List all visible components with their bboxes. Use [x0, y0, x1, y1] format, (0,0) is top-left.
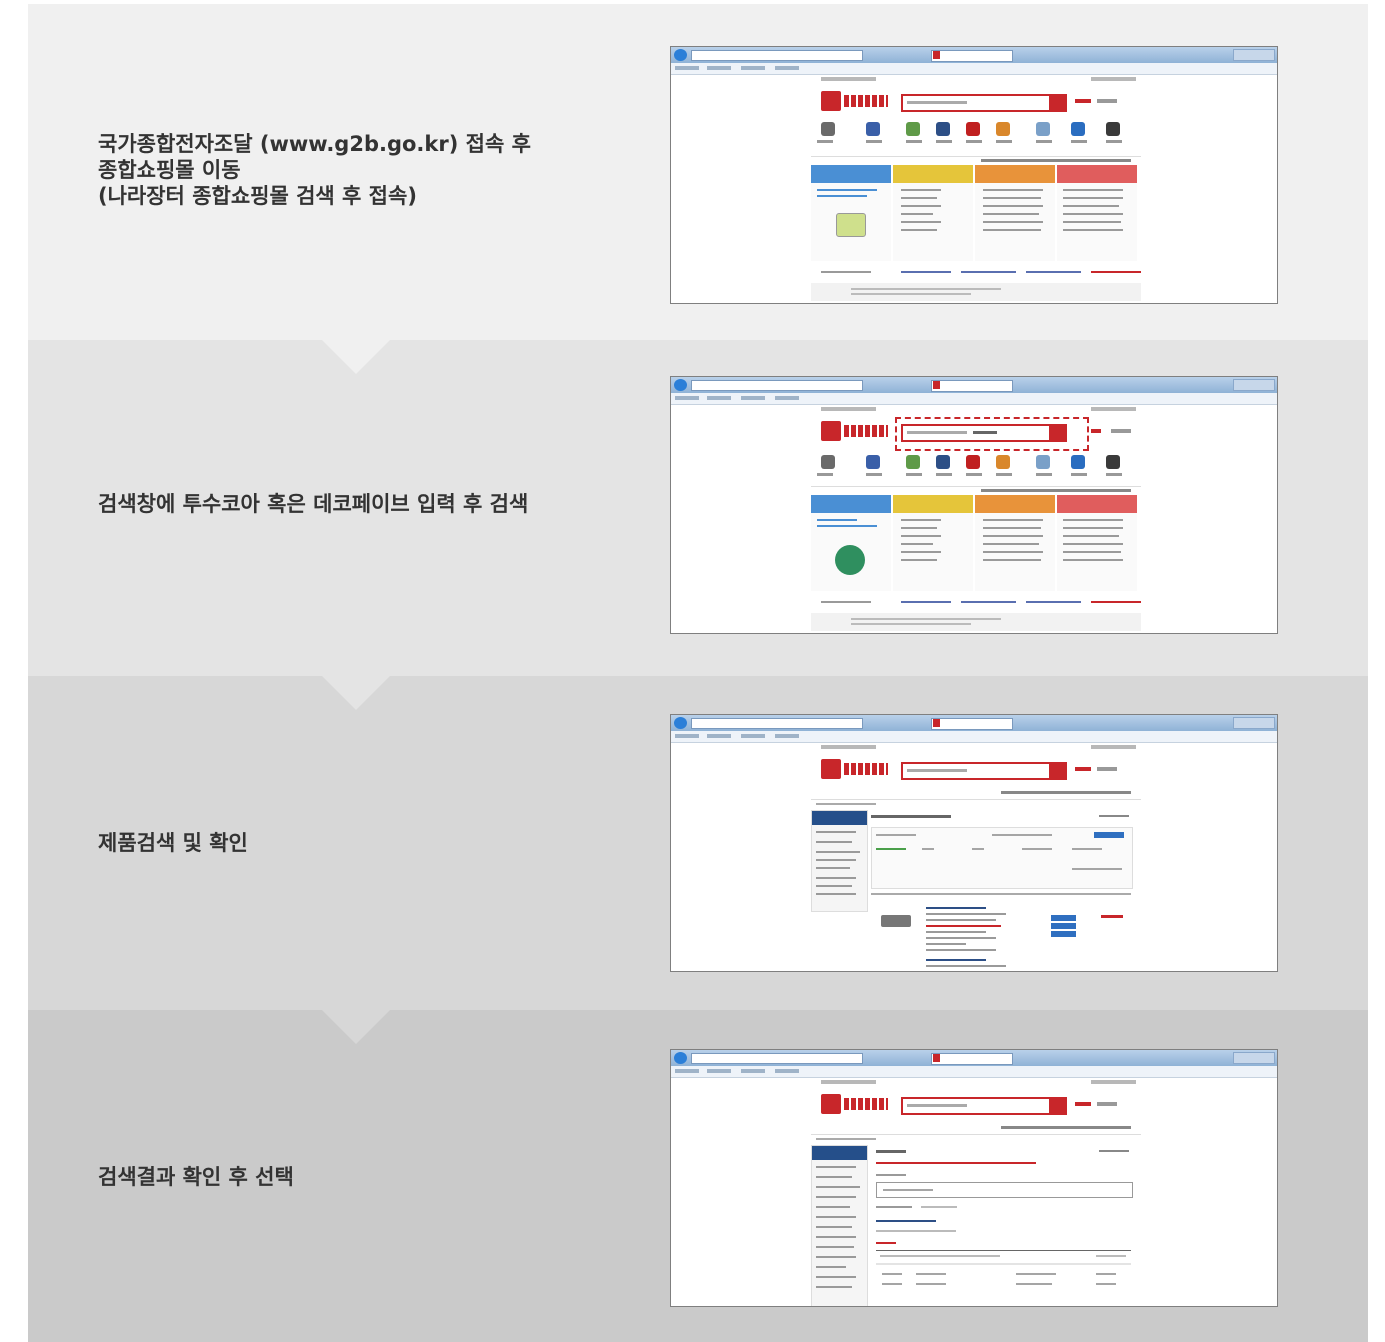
search-highlight	[895, 417, 1089, 451]
result-field[interactable]	[876, 1182, 1133, 1198]
arrow-down-icon	[320, 338, 392, 374]
internet-explorer-icon	[674, 49, 687, 61]
step-4: 검색결과 확인 후 선택	[28, 1008, 1368, 1342]
arrow-down-icon	[320, 1008, 392, 1044]
arrow-down-icon	[320, 674, 392, 710]
step-3-description: 제품검색 및 확인	[98, 831, 248, 855]
shopping-mall-logo-icon	[821, 759, 891, 779]
category-icon	[811, 455, 1131, 485]
result-table[interactable]	[876, 1250, 1131, 1301]
search-button-icon[interactable]	[1049, 94, 1067, 112]
internet-explorer-icon	[674, 379, 687, 391]
step-3: 제품검색 및 확인	[28, 674, 1368, 1010]
search-button-icon[interactable]	[1049, 762, 1067, 780]
search-input[interactable]	[901, 762, 1055, 780]
search-button-icon[interactable]	[1049, 1097, 1067, 1115]
step-1-description: 국가종합전자조달 (www.g2b.go.kr) 접속 후 종합쇼핑몰 이동 (…	[98, 132, 531, 208]
category-icon	[811, 122, 1131, 152]
product-image[interactable]	[881, 915, 911, 927]
step-4-description: 검색결과 확인 후 선택	[98, 1165, 294, 1189]
step-2-screenshot	[670, 376, 1278, 634]
search-input[interactable]	[901, 1097, 1055, 1115]
step-1: 국가종합전자조달 (www.g2b.go.kr) 접속 후 종합쇼핑몰 이동 (…	[28, 4, 1368, 340]
shopping-mall-logo-icon	[821, 1094, 891, 1114]
left-category-menu[interactable]	[811, 1145, 868, 1306]
internet-explorer-icon	[674, 1052, 687, 1064]
step-4-screenshot	[670, 1049, 1278, 1307]
left-category-menu[interactable]	[811, 810, 868, 912]
step-1-screenshot	[670, 46, 1278, 304]
search-input[interactable]	[901, 94, 1055, 112]
step-2: 검색창에 투수코아 혹은 데코페이브 입력 후 검색	[28, 338, 1368, 676]
step-2-description: 검색창에 투수코아 혹은 데코페이브 입력 후 검색	[98, 492, 529, 516]
shopping-mall-logo-icon	[821, 421, 891, 441]
step-3-screenshot	[670, 714, 1278, 972]
shopping-mall-logo-icon	[821, 91, 891, 111]
internet-explorer-icon	[674, 717, 687, 729]
